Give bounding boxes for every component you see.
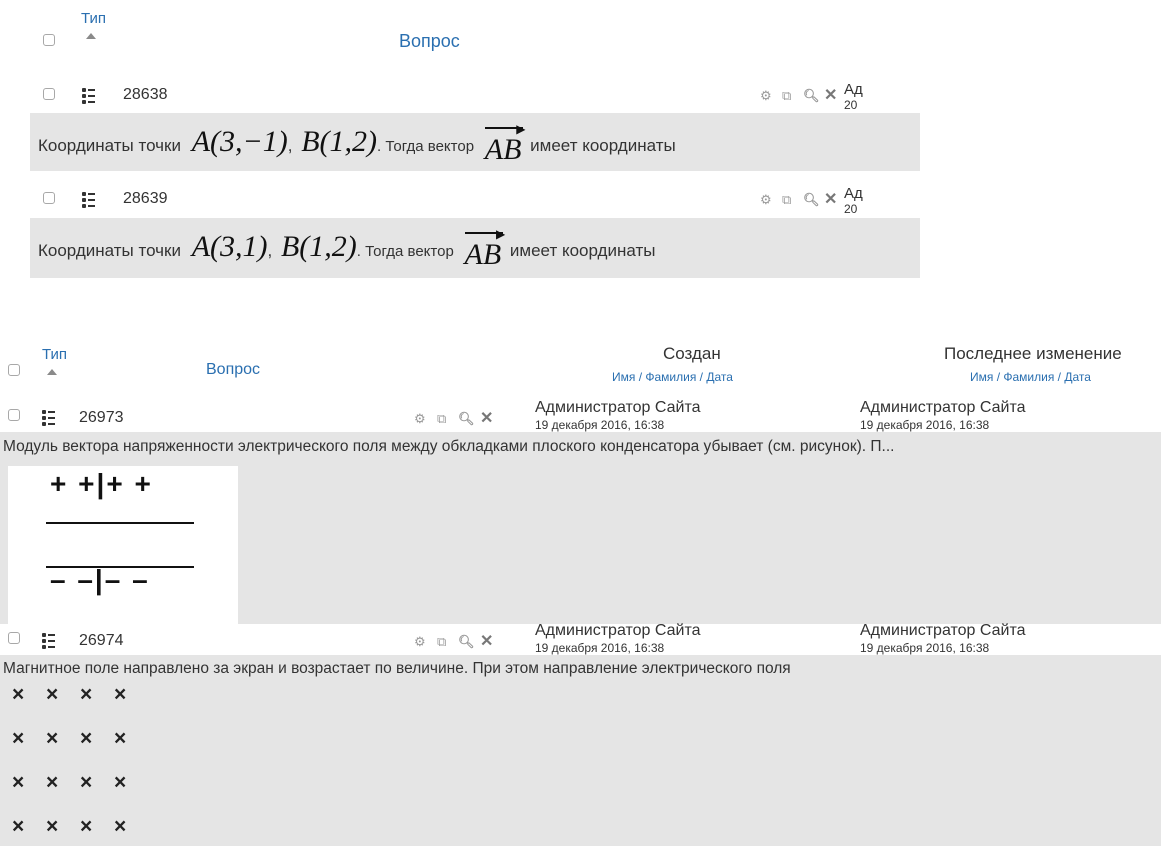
created-date: 19 декабря 2016, 16:38	[535, 641, 665, 655]
duplicate-icon[interactable]: ⧉	[782, 192, 791, 208]
gear-icon[interactable]: ⚙	[760, 192, 772, 208]
question-id: 28639	[123, 190, 168, 207]
creator-cut: Ад	[844, 81, 863, 98]
question-text: Магнитное поле направлено за экран и воз…	[3, 660, 791, 677]
question-text-start: Координаты точки	[38, 241, 181, 260]
cross-mark: ×	[114, 727, 127, 750]
point-b: B(1,2)	[301, 125, 378, 158]
question-text-row: Магнитное поле направлено за экран и воз…	[0, 655, 1161, 846]
multichoice-icon	[42, 410, 56, 426]
point-a: A(3,1)	[191, 230, 268, 263]
cross-mark: ×	[80, 815, 93, 838]
date-cut: 20	[844, 202, 858, 216]
created-sort-links[interactable]: Имя / Фамилия / Дата	[612, 370, 733, 384]
preview-icon[interactable]: 🔍︎	[458, 634, 475, 650]
bottom-question-table: Тип Вопрос Создан Имя / Фамилия / Дата П…	[0, 336, 1161, 846]
question-text-row: Координаты точки A(3,1), B(1,2). Тогда в…	[30, 218, 920, 278]
delete-icon[interactable]: ✕	[480, 408, 493, 428]
cross-mark: ×	[12, 815, 25, 838]
question-text-row: Модуль вектора напряженности электрическ…	[0, 432, 1161, 624]
select-all-checkbox[interactable]	[8, 364, 20, 376]
preview-icon[interactable]: 🔍︎	[803, 192, 820, 208]
cross-mark: ×	[46, 771, 59, 794]
point-a: A(3,−1)	[191, 125, 288, 158]
question-id: 28638	[123, 86, 168, 103]
question-text-start: Координаты точки	[38, 136, 181, 155]
cross-mark: ×	[46, 727, 59, 750]
created-date: 19 декабря 2016, 16:38	[535, 418, 665, 432]
preview-icon[interactable]: 🔍︎	[458, 411, 475, 427]
question-text-row: Координаты точки A(3,−1), B(1,2). Тогда …	[30, 113, 920, 171]
cross-mark: ×	[80, 683, 93, 706]
sort-type-link[interactable]: Тип	[42, 346, 67, 363]
question-text-mid: . Тогда вектор	[356, 243, 454, 260]
duplicate-icon[interactable]: ⧉	[437, 634, 446, 650]
magnetic-field-crosses: × × × × × × × × × × × × × × × ×	[12, 683, 172, 846]
gear-icon[interactable]: ⚙	[414, 634, 426, 650]
cross-mark: ×	[12, 771, 25, 794]
plate-bottom-charges: – –|– –	[50, 564, 150, 595]
question-column-header[interactable]: Вопрос	[399, 31, 460, 52]
cross-mark: ×	[80, 727, 93, 750]
point-b: B(1,2)	[280, 230, 357, 263]
duplicate-icon[interactable]: ⧉	[437, 411, 446, 427]
row-checkbox[interactable]	[8, 409, 20, 421]
cross-mark: ×	[114, 771, 127, 794]
duplicate-icon[interactable]: ⧉	[782, 88, 791, 104]
date-cut: 20	[844, 98, 858, 112]
question-text-mid: . Тогда вектор	[377, 138, 475, 155]
separator: ,	[287, 136, 293, 155]
question-column-header[interactable]: Вопрос	[206, 361, 260, 379]
plate-top	[46, 522, 194, 524]
cross-mark: ×	[80, 771, 93, 794]
vector-ab: ▶ AB	[464, 227, 506, 271]
cross-mark: ×	[12, 727, 25, 750]
top-question-table: Тип Вопрос 28638 ⚙ ⧉ 🔍︎ ✕ Ад 20 Координа…	[30, 0, 920, 290]
cross-mark: ×	[114, 683, 127, 706]
plate-top-charges: + +|+ +	[50, 468, 153, 499]
question-text-end: имеет координаты	[530, 136, 676, 155]
cross-mark: ×	[114, 815, 127, 838]
created-column-header: Создан	[663, 344, 721, 363]
sort-asc-icon[interactable]	[47, 369, 57, 375]
gear-icon[interactable]: ⚙	[760, 88, 772, 104]
multichoice-icon	[42, 633, 56, 649]
modified-sort-links[interactable]: Имя / Фамилия / Дата	[970, 370, 1091, 384]
select-all-checkbox[interactable]	[43, 34, 55, 46]
question-id: 26973	[79, 409, 124, 426]
gear-icon[interactable]: ⚙	[414, 411, 426, 427]
row-checkbox[interactable]	[43, 192, 55, 204]
vector-ab: ▶ AB	[484, 122, 526, 166]
cross-mark: ×	[12, 683, 25, 706]
separator: ,	[267, 241, 273, 260]
multichoice-icon	[82, 88, 96, 104]
question-text-end: имеет координаты	[509, 241, 656, 260]
modifier-name: Администратор Сайта	[860, 399, 1026, 416]
question-id: 26974	[79, 632, 124, 649]
delete-icon[interactable]: ✕	[824, 189, 837, 209]
delete-icon[interactable]: ✕	[824, 85, 837, 105]
modified-column-header: Последнее изменение	[944, 344, 1122, 363]
row-checkbox[interactable]	[43, 88, 55, 100]
delete-icon[interactable]: ✕	[480, 631, 493, 651]
creator-name: Администратор Сайта	[535, 622, 701, 639]
creator-cut: Ад	[844, 185, 863, 202]
cross-mark: ×	[46, 683, 59, 706]
modified-date: 19 декабря 2016, 16:38	[860, 641, 990, 655]
sort-asc-icon[interactable]	[86, 33, 96, 39]
multichoice-icon	[82, 192, 96, 208]
modified-date: 19 декабря 2016, 16:38	[860, 418, 990, 432]
row-checkbox[interactable]	[8, 632, 20, 644]
sort-type-link[interactable]: Тип	[81, 10, 106, 27]
capacitor-image: + +|+ + – –|– –	[8, 466, 238, 624]
preview-icon[interactable]: 🔍︎	[803, 88, 820, 104]
question-text: Модуль вектора напряженности электрическ…	[3, 438, 895, 455]
cross-mark: ×	[46, 815, 59, 838]
modifier-name: Администратор Сайта	[860, 622, 1026, 639]
creator-name: Администратор Сайта	[535, 399, 701, 416]
